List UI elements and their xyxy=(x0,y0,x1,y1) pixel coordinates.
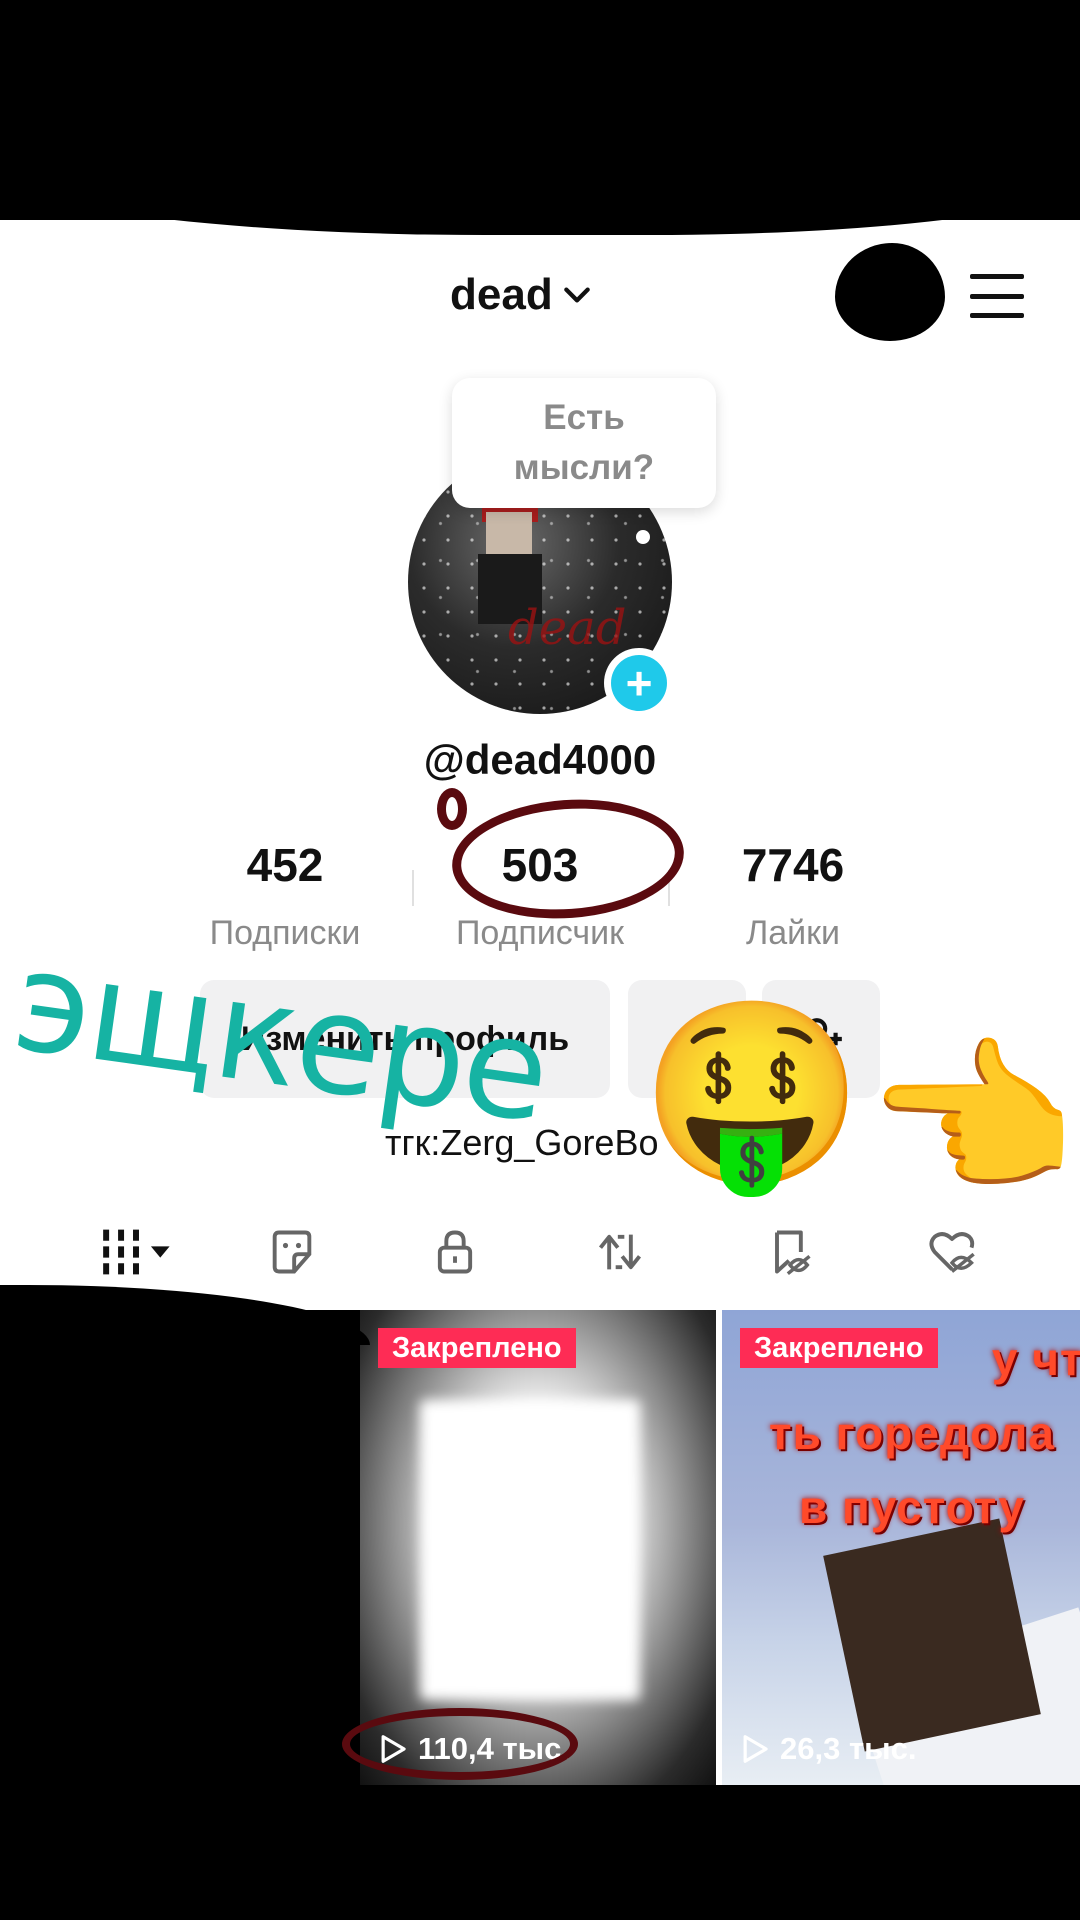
tab-private[interactable] xyxy=(425,1222,485,1282)
add-story-button[interactable]: + xyxy=(604,648,674,718)
money-face-emoji: 🤑 xyxy=(640,994,865,1195)
view-count-value: 26,3 тыс. xyxy=(780,1731,917,1766)
stat-following[interactable]: 452 Подписки xyxy=(165,838,405,953)
bubble-line-2: мысли? xyxy=(513,448,655,487)
avatar-text: dead xyxy=(508,600,627,656)
tab-videos[interactable] xyxy=(96,1222,176,1282)
stat-value: 452 xyxy=(246,839,324,891)
video-tile[interactable]: у что ть горедола в пустоту Закреплено 2… xyxy=(722,1310,1080,1785)
sticker-icon xyxy=(272,1230,312,1274)
tab-reposts[interactable] xyxy=(590,1222,650,1282)
stat-label: Подписчик xyxy=(455,914,625,952)
avatar-character-head xyxy=(486,512,532,554)
video-thumbnail xyxy=(420,1400,640,1700)
lock-icon xyxy=(437,1230,473,1274)
bubble-line-1: Есть xyxy=(543,398,625,437)
account-name: dead xyxy=(450,270,553,319)
caption-line: в пустоту xyxy=(799,1481,1025,1533)
videos-grid-icon xyxy=(103,1229,170,1275)
caption-line: ть горедола xyxy=(769,1407,1055,1459)
play-icon xyxy=(743,1735,768,1763)
pinned-badge: Закреплено xyxy=(740,1328,938,1368)
video-thumbnail-character xyxy=(823,1518,1041,1752)
marker-circle-hook xyxy=(437,788,467,830)
stat-divider xyxy=(412,870,414,906)
repost-icon xyxy=(598,1234,642,1270)
bubble-tail xyxy=(636,530,650,544)
bookmark-hidden-icon xyxy=(775,1230,811,1276)
tab-favorites[interactable] xyxy=(760,1222,820,1282)
tab-stickers[interactable] xyxy=(262,1222,322,1282)
chevron-down-icon xyxy=(563,287,590,303)
stat-label: Лайки xyxy=(745,914,841,952)
tab-liked[interactable] xyxy=(922,1222,982,1282)
redaction-scribble-blob xyxy=(835,243,945,341)
stat-value: 7746 xyxy=(741,839,845,891)
marker-circle-views xyxy=(342,1708,578,1780)
username: @dead4000 xyxy=(423,736,657,783)
plus-icon: + xyxy=(611,655,667,711)
pointing-hand-emoji: 👈 xyxy=(865,1025,1077,1215)
liked-hidden-icon xyxy=(929,1232,975,1273)
thoughts-bubble[interactable]: Есть мысли? xyxy=(452,378,716,508)
stat-likes[interactable]: 7746 Лайки xyxy=(673,838,913,953)
view-count: 26,3 тыс. xyxy=(740,1731,916,1767)
menu-icon[interactable] xyxy=(970,274,1024,318)
account-switcher[interactable]: dead xyxy=(450,270,593,320)
pinned-badge: Закреплено xyxy=(378,1328,576,1368)
screenshot: dead Есть мысли? dead + @dead4000 452 По… xyxy=(0,0,1080,1920)
